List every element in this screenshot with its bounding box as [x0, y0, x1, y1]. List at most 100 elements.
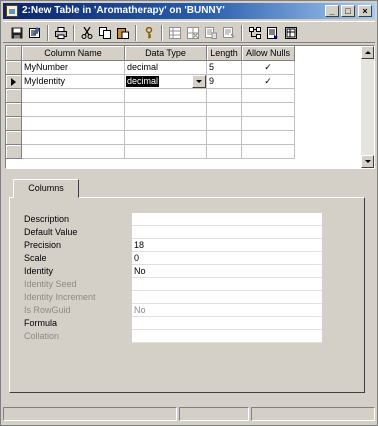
- property-row: Scale 0: [24, 252, 322, 265]
- allow-nulls-checkbox[interactable]: ✓: [242, 61, 295, 75]
- property-label: Is RowGuid: [24, 305, 71, 315]
- precision-field[interactable]: 18: [132, 239, 322, 252]
- column-name-cell[interactable]: MyIdentity: [22, 75, 125, 89]
- property-label: Formula: [24, 318, 58, 328]
- data-type-dropdown[interactable]: decimal: [125, 75, 206, 88]
- title-bar[interactable]: 2:New Table in 'Aromatherapy' on 'BUNNY'…: [3, 3, 375, 19]
- save-icon: [11, 27, 23, 39]
- manage-indexes-button[interactable]: [203, 25, 219, 41]
- cut-button[interactable]: [79, 25, 95, 41]
- insert-column-button[interactable]: [167, 25, 183, 41]
- grid-icon: [285, 27, 297, 39]
- property-label: Identity: [24, 266, 54, 276]
- paste-button[interactable]: [115, 25, 131, 41]
- table-properties-button[interactable]: [27, 25, 43, 41]
- indexes-icon: [205, 27, 217, 39]
- row-selector[interactable]: [6, 145, 22, 159]
- property-list: Description Default Value Precision 18 Sc…: [24, 213, 322, 343]
- show-grid-button[interactable]: [283, 25, 299, 41]
- key-icon: [145, 27, 153, 39]
- status-panel: [251, 407, 375, 421]
- empty-row[interactable]: [6, 103, 361, 117]
- properties-icon: [29, 27, 40, 38]
- cut-icon: [81, 27, 93, 39]
- row-selector[interactable]: [6, 131, 22, 145]
- properties-tab-area: Columns Description Default Value Precis…: [5, 175, 373, 399]
- chevron-down-icon[interactable]: [192, 75, 206, 88]
- formula-field[interactable]: [132, 317, 322, 330]
- status-panel: [179, 407, 249, 421]
- scroll-up-icon[interactable]: [361, 46, 374, 59]
- identity-increment-field: [132, 291, 322, 304]
- is-rowguid-field: No: [132, 304, 322, 317]
- scale-field[interactable]: 0: [132, 252, 322, 265]
- header-corner: [6, 46, 22, 61]
- property-row: Default Value: [24, 226, 322, 239]
- empty-row[interactable]: [6, 89, 361, 103]
- constraints-icon: [223, 27, 235, 38]
- current-row-arrow-icon: [11, 78, 16, 86]
- column-name-cell[interactable]: MyNumber: [22, 61, 125, 75]
- copy-button[interactable]: [97, 25, 113, 41]
- relationships-icon: [249, 27, 261, 39]
- tab-columns[interactable]: Columns: [13, 179, 79, 198]
- property-row: Collation: [24, 330, 322, 343]
- column-grid: Column Name Data Type Length Allow Nulls…: [5, 45, 375, 169]
- length-cell[interactable]: 9: [207, 75, 242, 89]
- column-header-allow-nulls[interactable]: Allow Nulls: [242, 46, 295, 61]
- column-properties-panel: Description Default Value Precision 18 Sc…: [9, 197, 365, 393]
- collation-field: [132, 330, 322, 343]
- empty-row[interactable]: [6, 145, 361, 159]
- row-selector[interactable]: [6, 89, 22, 103]
- property-row: Identity No: [24, 265, 322, 278]
- property-label: Collation: [24, 331, 60, 341]
- paste-icon: [117, 28, 129, 39]
- column-header-length[interactable]: Length: [207, 46, 242, 61]
- row-selector[interactable]: [6, 75, 22, 89]
- data-type-cell[interactable]: decimal: [125, 75, 207, 89]
- insert-column-icon: [169, 27, 181, 39]
- delete-column-button[interactable]: [185, 25, 201, 41]
- column-header-name[interactable]: Column Name: [22, 46, 125, 61]
- property-row: Precision 18: [24, 239, 322, 252]
- save-button[interactable]: [9, 25, 25, 41]
- grid-scrollbar[interactable]: [361, 46, 374, 168]
- property-label: Identity Increment: [24, 292, 96, 302]
- table-designer-window: 2:New Table in 'Aromatherapy' on 'BUNNY'…: [0, 0, 378, 426]
- default-value-field[interactable]: [132, 226, 322, 239]
- toolbar: [3, 21, 375, 43]
- identity-field[interactable]: No: [132, 265, 322, 278]
- manage-relationships-button[interactable]: [247, 25, 263, 41]
- window-title: 2:New Table in 'Aromatherapy' on 'BUNNY': [22, 5, 225, 16]
- print-button[interactable]: [53, 25, 69, 41]
- table-row[interactable]: MyNumber decimal 5 ✓: [6, 61, 361, 75]
- close-button[interactable]: ×: [358, 5, 372, 17]
- length-cell[interactable]: 5: [207, 61, 242, 75]
- minimize-button[interactable]: _: [325, 5, 339, 17]
- print-icon: [55, 27, 67, 39]
- empty-row[interactable]: [6, 117, 361, 131]
- maximize-button[interactable]: □: [341, 5, 355, 17]
- data-type-cell[interactable]: decimal: [125, 61, 207, 75]
- property-row: Identity Increment: [24, 291, 322, 304]
- table-row[interactable]: MyIdentity decimal 9 ✓: [6, 75, 361, 89]
- set-primary-key-button[interactable]: [141, 25, 157, 41]
- empty-row[interactable]: [6, 131, 361, 145]
- row-selector[interactable]: [6, 61, 22, 75]
- generate-script-button[interactable]: [265, 25, 281, 41]
- allow-nulls-checkbox[interactable]: ✓: [242, 75, 295, 89]
- column-header-type[interactable]: Data Type: [125, 46, 207, 61]
- row-selector[interactable]: [6, 103, 22, 117]
- script-icon: [267, 27, 278, 39]
- delete-column-icon: [187, 27, 199, 39]
- scroll-down-icon[interactable]: [361, 155, 374, 168]
- status-bar: [3, 405, 375, 423]
- manage-constraints-button[interactable]: [221, 25, 237, 41]
- copy-icon: [99, 27, 111, 39]
- row-selector[interactable]: [6, 117, 22, 131]
- status-panel: [3, 407, 177, 421]
- data-type-selected-value: decimal: [126, 76, 160, 87]
- description-field[interactable]: [132, 213, 322, 226]
- identity-seed-field: [132, 278, 322, 291]
- grid-header: Column Name Data Type Length Allow Nulls: [6, 46, 361, 61]
